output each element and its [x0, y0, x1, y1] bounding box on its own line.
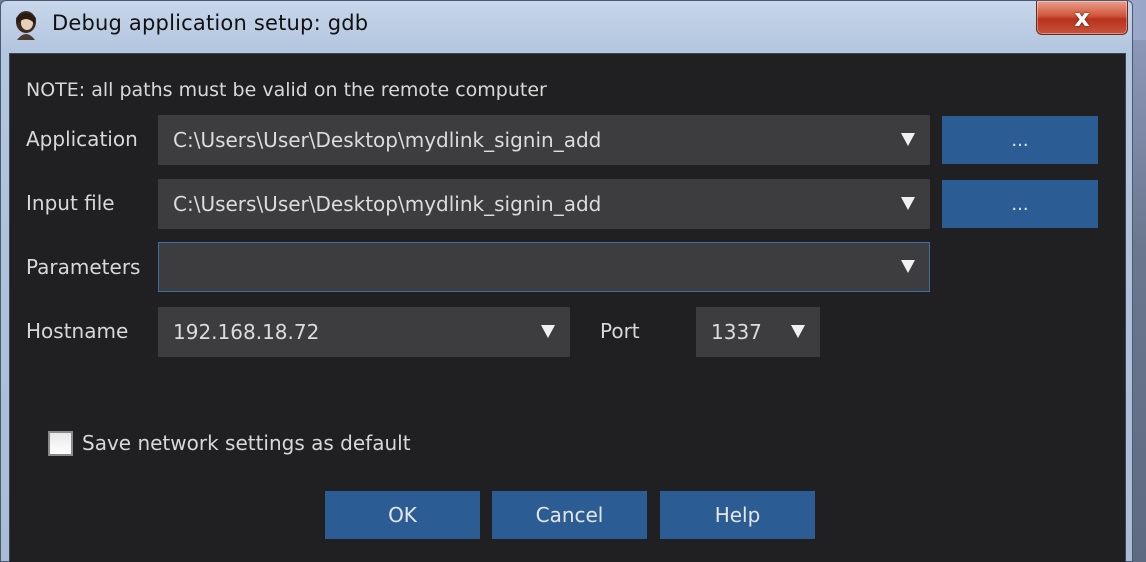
chevron-down-icon[interactable] [541, 325, 555, 338]
parameters-label: Parameters [26, 255, 141, 279]
hostname-combo[interactable]: 192.168.18.72 [158, 307, 570, 357]
application-label: Application [26, 127, 138, 151]
close-icon: x [1074, 3, 1090, 32]
hostname-label: Hostname [26, 319, 129, 343]
cancel-button[interactable]: Cancel [492, 491, 647, 539]
save-default-checkbox[interactable] [48, 431, 73, 456]
input-file-value: C:\Users\User\Desktop\mydlink_signin_add [173, 192, 602, 216]
ok-button[interactable]: OK [325, 491, 480, 539]
hostname-value: 192.168.18.72 [173, 320, 320, 344]
note-text: NOTE: all paths must be valid on the rem… [26, 79, 547, 101]
close-button[interactable]: x [1036, 1, 1128, 35]
parameters-combo[interactable] [158, 242, 930, 292]
port-value: 1337 [711, 320, 762, 344]
input-file-combo[interactable]: C:\Users\User\Desktop\mydlink_signin_add [158, 179, 930, 229]
chevron-down-icon[interactable] [791, 325, 805, 338]
window-title: Debug application setup: gdb [52, 11, 369, 35]
application-value: C:\Users\User\Desktop\mydlink_signin_add [173, 128, 602, 152]
chevron-down-icon[interactable] [901, 197, 915, 210]
input-file-label: Input file [26, 191, 115, 215]
application-browse-button[interactable]: ... [942, 116, 1098, 164]
ida-portrait-icon [16, 11, 36, 40]
chevron-down-icon[interactable] [901, 133, 915, 146]
dialog-body: NOTE: all paths must be valid on the rem… [9, 53, 1126, 562]
application-combo[interactable]: C:\Users\User\Desktop\mydlink_signin_add [158, 115, 930, 165]
background-window-edge [1132, 40, 1146, 562]
help-button[interactable]: Help [660, 491, 815, 539]
input-file-browse-button[interactable]: ... [942, 180, 1098, 228]
chevron-down-icon[interactable] [901, 260, 915, 273]
save-default-label[interactable]: Save network settings as default [82, 431, 411, 455]
port-combo[interactable]: 1337 [696, 307, 820, 357]
port-label: Port [600, 319, 640, 343]
debug-setup-dialog: Debug application setup: gdb x NOTE: all… [0, 0, 1133, 562]
title-bar: Debug application setup: gdb x [1, 1, 1132, 53]
